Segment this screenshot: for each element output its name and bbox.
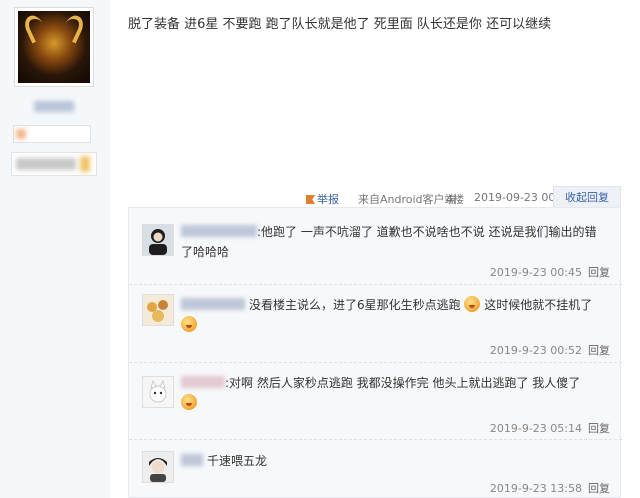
reply-panel: :他跑了 一声不吭溜了 道歉也不说啥也不说 还说是我们输出的错 了哈哈哈 201… [128, 207, 622, 498]
reply-text: 千速喂五龙 [181, 451, 581, 471]
reply-time: 2019-9-23 00:45 [489, 266, 582, 279]
reply-button[interactable]: 回复 [588, 482, 610, 495]
author-sidebar [0, 0, 110, 498]
reply-item: 没看楼主说么，进了6星那化生秒点逃跑 这时候他就不挂机了 2019-9-23 0… [129, 285, 622, 363]
reply-item: 千速喂五龙 2019-9-23 13:58 回复 [129, 440, 622, 498]
emoji-icon [181, 316, 197, 332]
reply-button[interactable]: 回复 [588, 422, 610, 435]
reply-username-redacted[interactable] [181, 225, 257, 237]
report-link[interactable]: 举报 [306, 191, 339, 207]
reply-meta: 2019-9-23 13:58 回复 [490, 480, 610, 496]
reply-button[interactable]: 回复 [588, 344, 610, 357]
reply-meta: 2019-9-23 05:14 回复 [490, 420, 610, 436]
cat-avatar-icon [143, 377, 173, 407]
post-source: 来自Android客户端 [358, 193, 456, 206]
author-badge-redacted [13, 125, 91, 143]
reply-time: 2019-9-23 13:58 [489, 482, 582, 495]
author-level-redacted [11, 152, 97, 176]
reply-avatar[interactable] [142, 451, 174, 483]
report-icon [306, 195, 315, 204]
post-floor: 4楼 [446, 193, 464, 206]
post-content: 脱了装备 进6星 不要跑 跑了队长就是他了 死里面 队长还是你 还可以继续 [128, 17, 552, 32]
reply-username-redacted[interactable] [181, 298, 245, 310]
collapse-replies-button[interactable]: 收起回复 [553, 186, 621, 208]
reply-button[interactable]: 回复 [588, 266, 610, 279]
reply-time: 2019-9-23 00:52 [489, 344, 582, 357]
food-avatar-icon [143, 295, 173, 325]
reply-text: :对啊 然后人家秒点逃跑 我都没操作完 他头上就出逃跑了 我人傻了 [181, 373, 611, 413]
emoji-icon [464, 296, 481, 312]
reply-item: :对啊 然后人家秒点逃跑 我都没操作完 他头上就出逃跑了 我人傻了 2019-9… [129, 363, 622, 440]
report-label: 举报 [317, 193, 339, 206]
reply-avatar[interactable] [142, 376, 174, 408]
reply-meta: 2019-9-23 00:45 回复 [490, 264, 610, 280]
reply-text: 没看楼主说么，进了6星那化生秒点逃跑 这时候他就不挂机了 [181, 295, 611, 335]
reply-username-redacted[interactable] [181, 376, 225, 388]
reply-time: 2019-9-23 05:14 [489, 422, 582, 435]
reply-username-redacted[interactable] [181, 454, 203, 466]
reply-text: :他跑了 一声不吭溜了 道歉也不说啥也不说 还说是我们输出的错 了哈哈哈 [181, 225, 597, 259]
person-avatar-icon [143, 225, 173, 255]
reply-avatar[interactable] [142, 224, 174, 256]
person-avatar-icon [143, 452, 173, 482]
emoji-icon [181, 394, 197, 410]
author-avatar[interactable] [14, 7, 94, 87]
author-avatar-image [18, 11, 90, 83]
reply-avatar[interactable] [142, 294, 174, 326]
author-name-redacted[interactable] [34, 101, 74, 112]
reply-meta: 2019-9-23 00:52 回复 [490, 342, 610, 358]
reply-item: :他跑了 一声不吭溜了 道歉也不说啥也不说 还说是我们输出的错 了哈哈哈 201… [129, 208, 622, 285]
